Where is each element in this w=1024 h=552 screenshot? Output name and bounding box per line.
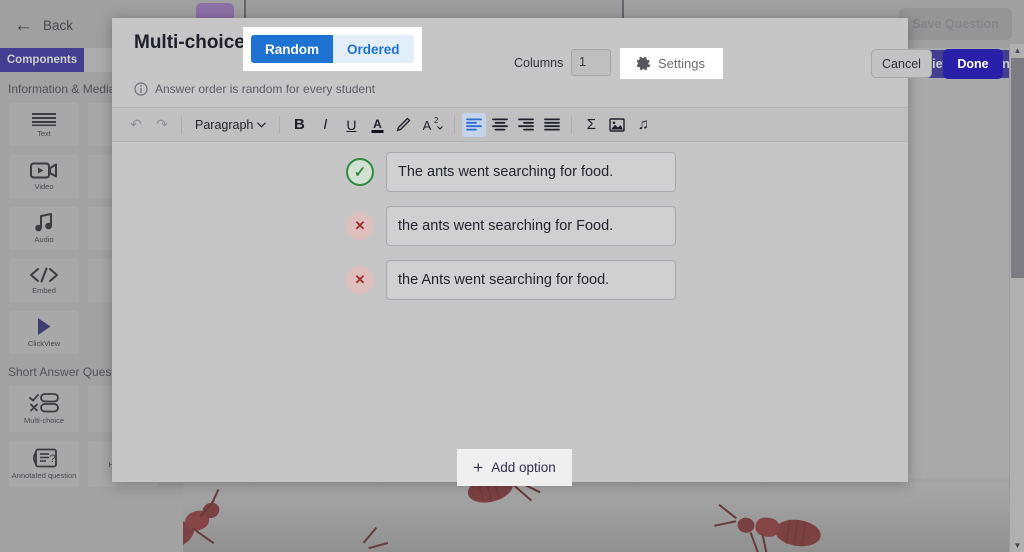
text-color-button[interactable]: A bbox=[365, 113, 389, 137]
chevron-down-icon bbox=[257, 121, 267, 128]
order-toggle-ordered[interactable]: Ordered bbox=[333, 35, 414, 63]
order-toggle-wrapper: Random Ordered bbox=[243, 27, 422, 71]
equation-button[interactable]: Σ bbox=[579, 113, 603, 137]
undo-icon[interactable]: ↶ bbox=[124, 113, 148, 137]
toolbar-divider bbox=[279, 115, 281, 134]
gear-icon bbox=[636, 56, 651, 71]
option-text-input[interactable]: the ants went searching for Food. bbox=[386, 206, 676, 246]
settings-label: Settings bbox=[658, 56, 705, 71]
svg-text:A: A bbox=[373, 117, 382, 131]
paragraph-style-dropdown[interactable]: Paragraph bbox=[189, 113, 272, 137]
answer-order-note: Answer order is random for every student bbox=[134, 82, 375, 96]
info-icon bbox=[134, 82, 148, 96]
toolbar-divider bbox=[181, 115, 182, 134]
align-right-button[interactable] bbox=[514, 113, 538, 137]
option-text-input[interactable]: the Ants went searching for food. bbox=[386, 260, 676, 300]
scroll-down-icon[interactable]: ▼ bbox=[1010, 539, 1024, 552]
order-toggle: Random Ordered bbox=[251, 35, 414, 63]
superscript-button[interactable]: A 2 bbox=[417, 113, 447, 137]
scrollbar-thumb[interactable] bbox=[1011, 58, 1024, 278]
columns-label: Columns bbox=[514, 56, 564, 70]
correct-check-icon[interactable]: ✓ bbox=[346, 158, 374, 186]
svg-text:A: A bbox=[423, 118, 432, 133]
order-toggle-random[interactable]: Random bbox=[251, 35, 333, 63]
note-text: Answer order is random for every student bbox=[155, 82, 376, 96]
option-row: ✕ the ants went searching for Food. bbox=[346, 206, 676, 246]
option-row: ✕ the Ants went searching for food. bbox=[346, 260, 676, 300]
incorrect-cross-icon[interactable]: ✕ bbox=[346, 266, 374, 294]
align-left-button[interactable] bbox=[462, 112, 487, 137]
option-row: ✓ The ants went searching for food. bbox=[346, 152, 676, 192]
incorrect-cross-icon[interactable]: ✕ bbox=[346, 212, 374, 240]
plus-icon: + bbox=[473, 457, 484, 477]
align-center-button[interactable] bbox=[488, 113, 512, 137]
add-option-button[interactable]: + Add option bbox=[457, 449, 572, 486]
cancel-button[interactable]: Cancel bbox=[871, 49, 932, 78]
columns-input[interactable]: 1 bbox=[571, 49, 611, 76]
underline-button[interactable]: U bbox=[339, 113, 363, 137]
modal-title: Multi-choice bbox=[134, 32, 245, 53]
modal-header: Multi-choice Random Ordered Columns 1 Se… bbox=[112, 18, 1003, 96]
app-root: ← Back Save Question Preview Question Co… bbox=[0, 0, 1024, 552]
toolbar-divider bbox=[454, 115, 456, 134]
svg-text:2: 2 bbox=[434, 116, 439, 125]
add-option-label: Add option bbox=[491, 460, 556, 475]
italic-button[interactable]: I bbox=[313, 113, 337, 137]
paragraph-style-label: Paragraph bbox=[195, 117, 254, 132]
option-text-input[interactable]: The ants went searching for food. bbox=[386, 152, 676, 192]
audio-note-button[interactable]: ♫ bbox=[631, 113, 655, 137]
bold-button[interactable]: B bbox=[287, 113, 311, 137]
editor-toolbar: ↶ ↷ Paragraph B I U A A 2 Σ ♫ bbox=[112, 107, 908, 142]
options-area: ✓ The ants went searching for food. ✕ th… bbox=[112, 142, 908, 486]
done-button[interactable]: Done bbox=[943, 49, 1003, 79]
multi-choice-modal: Multi-choice Random Ordered Columns 1 Se… bbox=[112, 18, 1003, 486]
redo-icon[interactable]: ↷ bbox=[150, 113, 174, 137]
align-justify-button[interactable] bbox=[540, 113, 564, 137]
toolbar-divider bbox=[571, 115, 573, 134]
image-icon[interactable] bbox=[605, 113, 629, 137]
highlight-pen-icon[interactable] bbox=[391, 113, 415, 137]
scroll-up-icon[interactable]: ▲ bbox=[1010, 44, 1024, 57]
settings-button[interactable]: Settings bbox=[620, 48, 723, 79]
page-scrollbar[interactable]: ▲ ▼ bbox=[1009, 44, 1024, 552]
